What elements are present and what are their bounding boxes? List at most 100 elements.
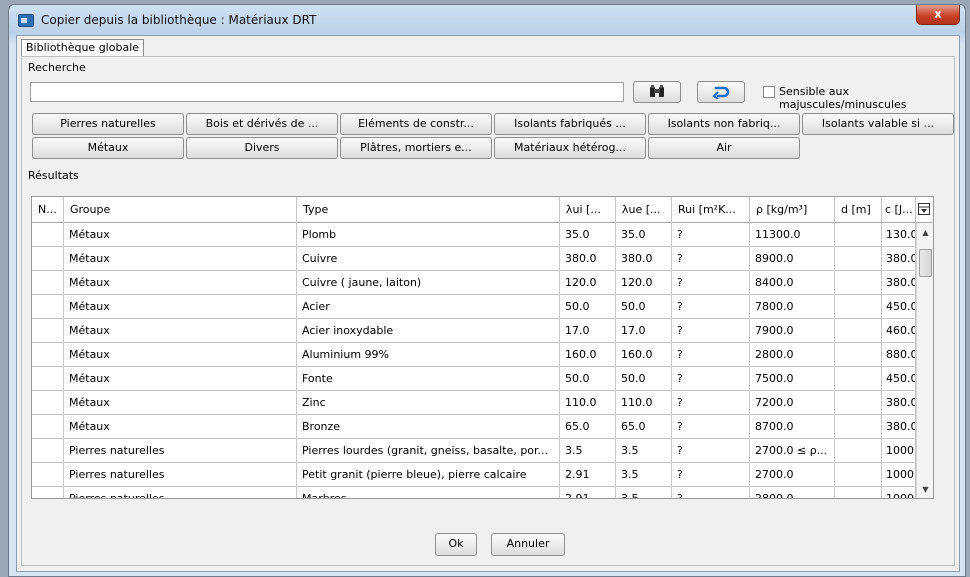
case-sensitive-checkbox[interactable]: [763, 86, 775, 98]
table-cell: [32, 223, 64, 246]
category-materiaux-heterogenes-button[interactable]: Matériaux hétérog...: [494, 137, 646, 159]
scroll-thumb[interactable]: [919, 249, 932, 277]
case-sensitive-label: Sensible aux majuscules/minuscules: [779, 85, 907, 111]
table-cell: 8700.0: [750, 415, 835, 438]
return-arrow-icon: [712, 86, 730, 100]
column-header-d[interactable]: d [m]: [835, 197, 882, 223]
table-cell: Métaux: [64, 247, 297, 270]
dialog-window: Copier depuis la bibliothèque : Matériau…: [8, 4, 966, 577]
table-cell: ?: [672, 319, 750, 342]
table-cell: 120.0: [560, 271, 616, 294]
search-button[interactable]: [633, 81, 681, 103]
search-input[interactable]: [30, 82, 624, 102]
category-isolants-fabriques-button[interactable]: Isolants fabriqués ...: [494, 113, 646, 135]
table-cell: 380.0: [882, 247, 916, 270]
table-cell: [32, 295, 64, 318]
table-cell: Pierres lourdes (granit, gneiss, basalte…: [297, 439, 560, 462]
table-cell: [32, 415, 64, 438]
table-cell: [32, 439, 64, 462]
category-isolants-non-fabriques-button[interactable]: Isolants non fabriq...: [648, 113, 800, 135]
column-header-lambda-ui[interactable]: λui [...: [560, 197, 616, 223]
table-cell: 8900.0: [750, 247, 835, 270]
table-row[interactable]: Métaux Zinc 110.0 110.0? 7200.0 380.0: [32, 391, 932, 415]
column-header-c[interactable]: c [J...: [882, 197, 916, 223]
table-cell: 1000.0: [882, 487, 916, 498]
close-button[interactable]: x: [916, 5, 960, 25]
table-cell: 3.5: [560, 439, 616, 462]
table-cell: Zinc: [297, 391, 560, 414]
table-row[interactable]: Métaux Aluminium 99% 160.0 160.0? 2800.0 880.…: [32, 343, 932, 367]
column-header-lambda-ue[interactable]: λue [...: [616, 197, 672, 223]
table-cell: [835, 487, 882, 498]
table-cell: 2.91: [560, 487, 616, 498]
table-cell: 35.0: [616, 223, 672, 246]
category-isolants-valable-button[interactable]: Isolants valable si ...: [802, 113, 954, 135]
table-cell: Aluminium 99%: [297, 343, 560, 366]
table-cell: 460.0: [882, 319, 916, 342]
table-cell: 160.0: [616, 343, 672, 366]
ok-button[interactable]: Ok: [435, 533, 477, 556]
table-cell: 50.0: [560, 295, 616, 318]
category-platres-mortiers-button[interactable]: Plâtres, mortiers e...: [340, 137, 492, 159]
table-cell: Métaux: [64, 295, 297, 318]
table-row[interactable]: Pierres naturelles Pierres lourdes (grani…: [32, 439, 932, 463]
category-pierres-naturelles-button[interactable]: Pierres naturelles: [32, 113, 184, 135]
table-row[interactable]: Métaux Acier inoxydable 17.0 17.0? 7900.0 460…: [32, 319, 932, 343]
category-metaux-button[interactable]: Métaux: [32, 137, 184, 159]
table-cell: 50.0: [560, 367, 616, 390]
column-header-n[interactable]: N...: [32, 197, 64, 223]
scroll-up-icon[interactable]: ▲: [917, 228, 933, 237]
table-cell: [835, 319, 882, 342]
table-cell: ?: [672, 271, 750, 294]
search-section-label: Recherche: [28, 61, 86, 74]
table-cell: 380.0: [560, 247, 616, 270]
table-cell: 2700.0: [750, 463, 835, 486]
table-row[interactable]: Métaux Cuivre ( jaune, laiton) 120.0 120.0?…: [32, 271, 932, 295]
table-cell: [32, 247, 64, 270]
table-cell: [32, 463, 64, 486]
table-cell: [32, 319, 64, 342]
category-divers-button[interactable]: Divers: [186, 137, 338, 159]
table-cell: [835, 295, 882, 318]
table-cell: [32, 343, 64, 366]
table-row[interactable]: Métaux Bronze 65.0 65.0? 8700.0 380.0: [32, 415, 932, 439]
table-cell: [835, 415, 882, 438]
table-cell: 3.5: [616, 439, 672, 462]
reset-search-button[interactable]: [697, 81, 745, 103]
column-header-rui[interactable]: Rui [m²K...: [672, 197, 750, 223]
table-cell: [835, 343, 882, 366]
table-cell: Métaux: [64, 391, 297, 414]
table-cell: 3.5: [616, 463, 672, 486]
table-row[interactable]: Pierres naturelles Petit granit (pierre b…: [32, 463, 932, 487]
table-row[interactable]: Métaux Cuivre 380.0 380.0? 8900.0 380.0: [32, 247, 932, 271]
table-cell: Cuivre: [297, 247, 560, 270]
table-cell: 450.0: [882, 367, 916, 390]
table-cell: [32, 391, 64, 414]
results-section-label: Résultats: [28, 169, 79, 182]
table-row[interactable]: Métaux Acier 50.0 50.0? 7800.0 450.0: [32, 295, 932, 319]
scroll-down-icon[interactable]: ▼: [917, 485, 933, 494]
vertical-scrollbar[interactable]: ▲ ▼: [916, 223, 933, 498]
category-elements-construction-button[interactable]: Eléments de constr...: [340, 113, 492, 135]
category-air-button[interactable]: Air: [648, 137, 800, 159]
table-cell: [32, 271, 64, 294]
table-cell: 1000.0: [882, 439, 916, 462]
category-bois-button[interactable]: Bois et dérivés de ...: [186, 113, 338, 135]
column-header-groupe[interactable]: Groupe: [64, 197, 297, 223]
table-cell: 35.0: [560, 223, 616, 246]
binoculars-icon: [650, 85, 664, 97]
table-row[interactable]: Métaux Fonte 50.0 50.0? 7500.0 450.0: [32, 367, 932, 391]
table-cell: Marbres: [297, 487, 560, 498]
table-cell: 2700.0 ≤ ρ...: [750, 439, 835, 462]
cancel-button[interactable]: Annuler: [491, 533, 565, 556]
results-table[interactable]: N... Groupe Type λui [... λue [... Rui […: [31, 196, 934, 499]
column-header-rho[interactable]: ρ [kg/m³]: [750, 197, 835, 223]
table-row[interactable]: Métaux Plomb 35.0 35.0? 11300.0 130.0: [32, 223, 932, 247]
table-row[interactable]: Pierres naturelles Marbres 2.91 3.5? 2800.0 1…: [32, 487, 932, 498]
tab-bibliotheque-globale[interactable]: Bibliothèque globale: [21, 39, 145, 56]
title-bar[interactable]: Copier depuis la bibliothèque : Matériau…: [9, 5, 965, 35]
column-chooser-button[interactable]: [916, 197, 933, 223]
table-cell: 110.0: [560, 391, 616, 414]
table-cell: 7800.0: [750, 295, 835, 318]
column-header-type[interactable]: Type: [297, 197, 560, 223]
